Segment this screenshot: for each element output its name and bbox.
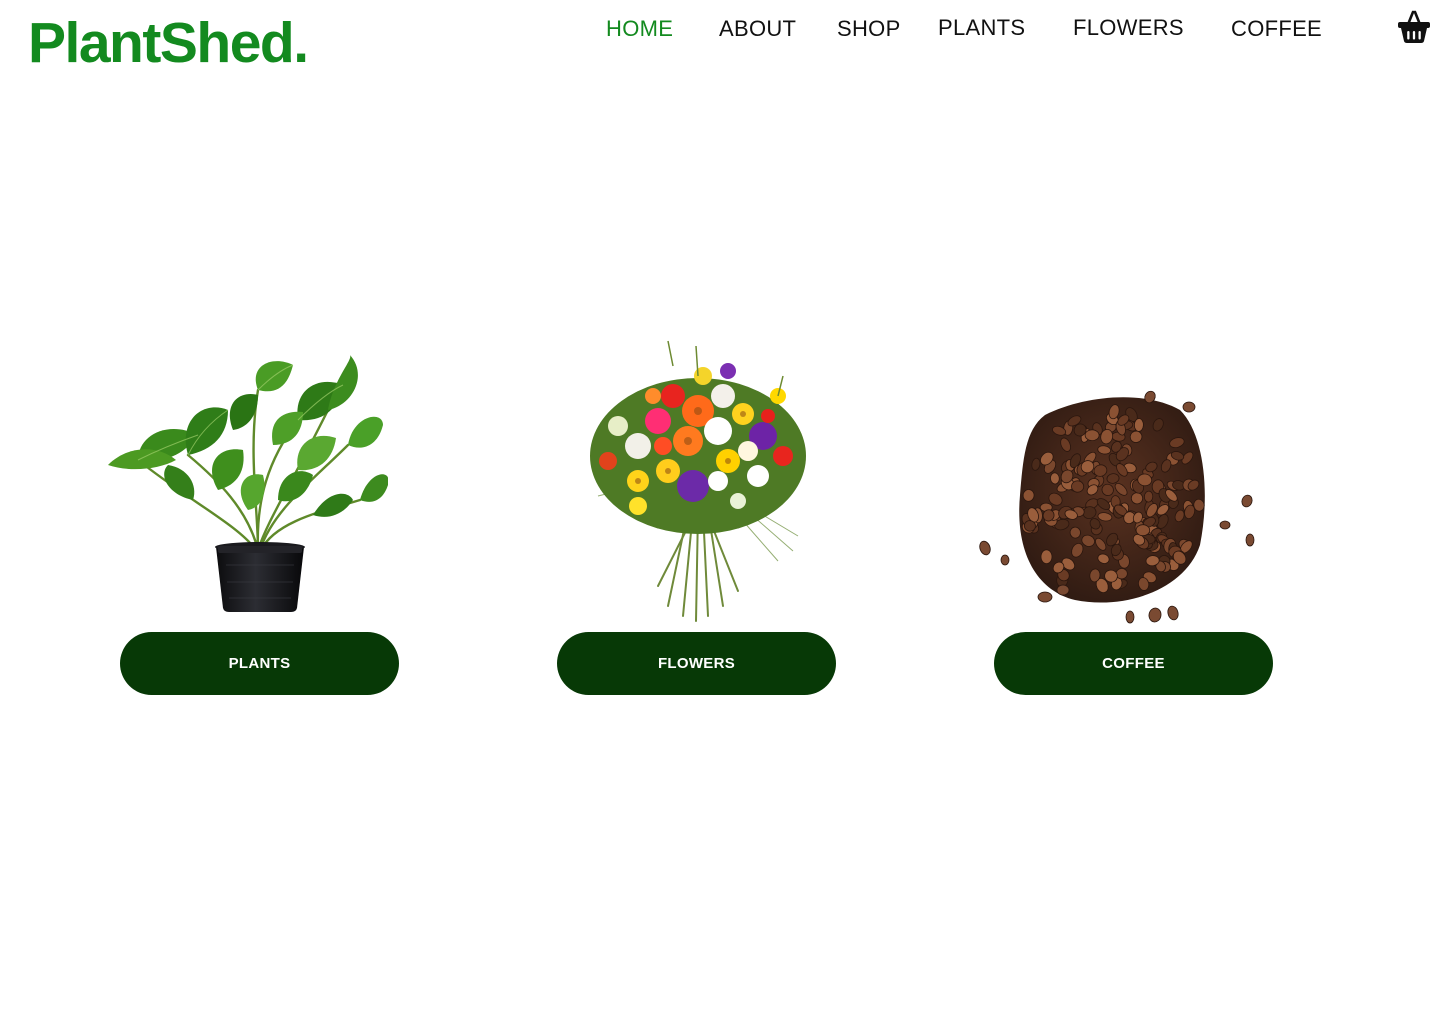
shopping-basket-icon	[1398, 10, 1430, 43]
plants-category-button[interactable]: PLANTS	[120, 632, 399, 695]
nav-link-shop[interactable]: SHOP	[837, 16, 901, 42]
nav-link-coffee[interactable]: COFFEE	[1231, 16, 1322, 42]
cart-button[interactable]	[1396, 10, 1432, 44]
coffee-category-button[interactable]: COFFEE	[994, 632, 1273, 695]
coffee-beans-image	[979, 390, 1255, 624]
site-logo[interactable]: PlantShed.	[28, 8, 309, 78]
flowers-category-button[interactable]: FLOWERS	[557, 632, 836, 695]
nav-link-plants[interactable]: PLANTS	[938, 15, 1025, 41]
nav-link-home[interactable]: HOME	[606, 16, 673, 42]
nav-link-flowers[interactable]: FLOWERS	[1073, 15, 1184, 41]
nav-link-about[interactable]: ABOUT	[719, 16, 796, 42]
flower-bouquet-image	[590, 340, 806, 622]
potted-plant-image	[108, 355, 388, 612]
